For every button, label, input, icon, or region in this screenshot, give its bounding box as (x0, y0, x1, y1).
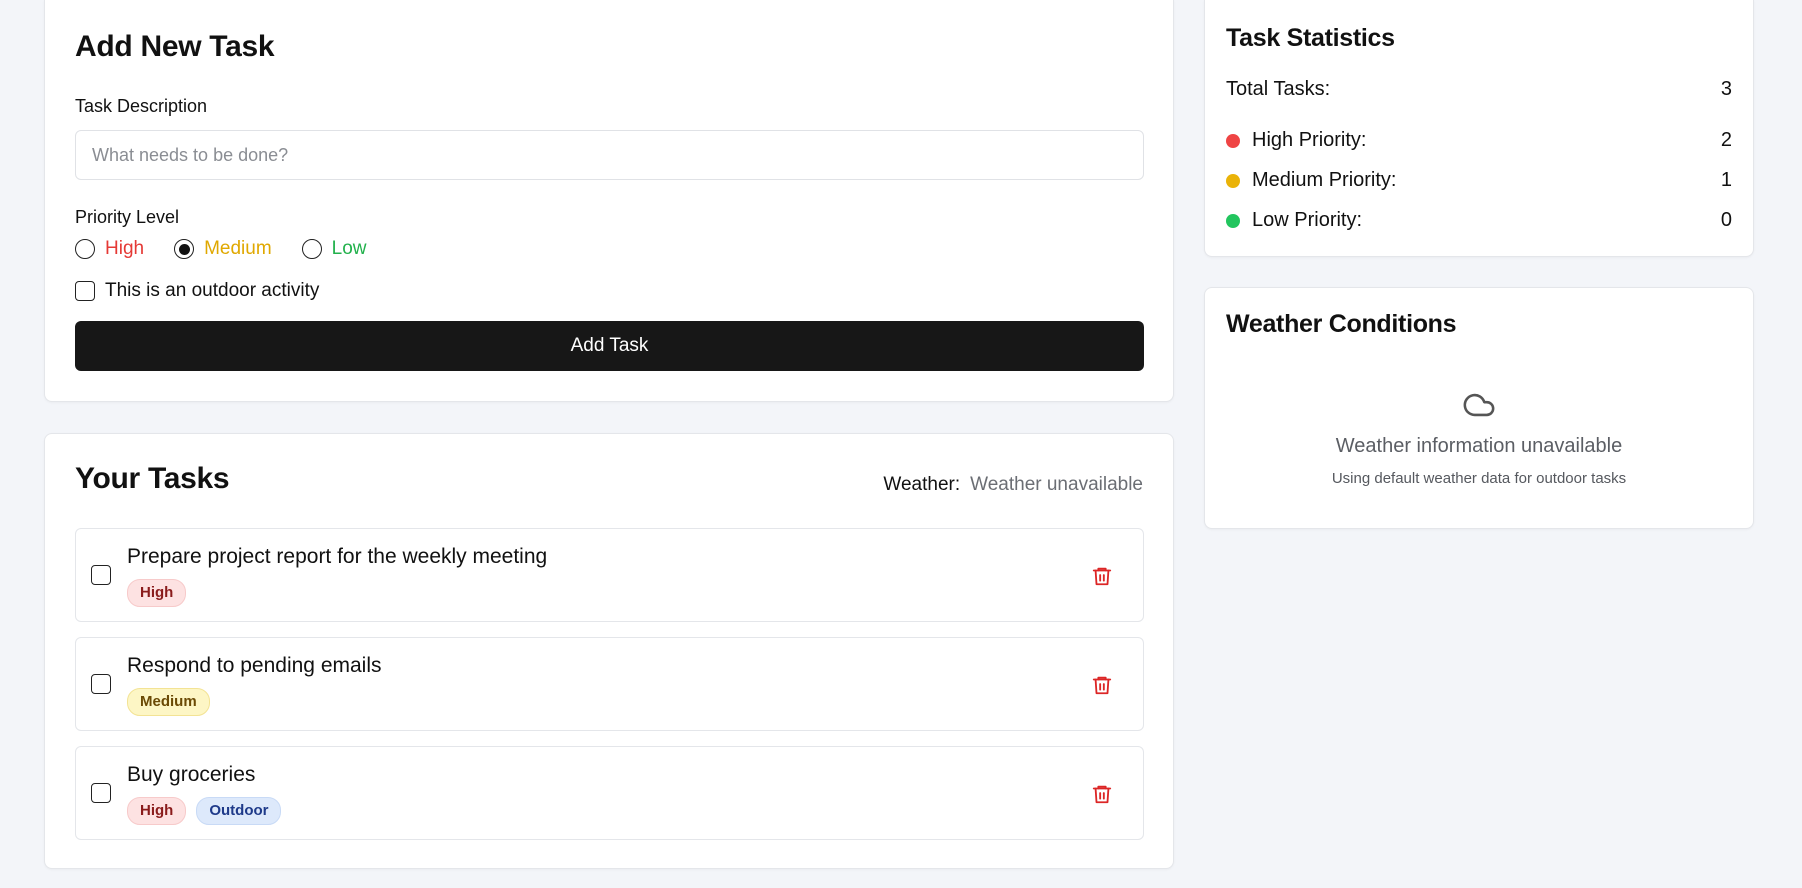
tasks-title: Your Tasks (75, 462, 230, 495)
statistics-title: Task Statistics (1226, 24, 1395, 52)
high-priority-dot (1226, 133, 1240, 148)
priority-option-high[interactable]: High (75, 238, 144, 260)
outdoor-activity-row[interactable]: This is an outdoor activity (75, 280, 319, 302)
priority-high-radio[interactable] (75, 239, 95, 259)
stat-high-value: 2 (1720, 129, 1732, 151)
tasks-card: Your Tasks Weather: Weather unavailable … (44, 433, 1174, 869)
stat-medium-row: Medium Priority: 1 (1226, 169, 1732, 192)
medium-priority-dot (1226, 173, 1240, 188)
task-badges: Medium (127, 688, 210, 716)
outdoor-badge: Outdoor (196, 797, 282, 825)
priority-option-low[interactable]: Low (301, 238, 367, 260)
weather-default-note: Using default weather data for outdoor t… (1331, 470, 1627, 487)
priority-badge: Medium (127, 688, 210, 716)
priority-radio-group: High Medium Low (75, 238, 367, 260)
priority-badge: High (127, 797, 187, 825)
stat-low-label: Low Priority: (1252, 209, 1363, 231)
task-title: Respond to pending emails (127, 654, 382, 677)
task-title: Buy groceries (127, 763, 256, 786)
priority-level-label: Priority Level (75, 207, 180, 227)
task-description-input[interactable] (75, 130, 1144, 180)
task-badges: High (127, 579, 187, 607)
low-priority-dot (1226, 213, 1240, 228)
trash-icon[interactable] (1091, 564, 1113, 588)
task-complete-checkbox[interactable] (91, 783, 111, 803)
stat-high-label: High Priority: (1252, 129, 1367, 151)
weather-unavailable-message: Weather information unavailable (1335, 435, 1623, 457)
stat-total-value: 3 (1720, 78, 1732, 100)
priority-high-label: High (105, 238, 145, 259)
task-badges: High Outdoor (127, 797, 282, 825)
stat-medium-label: Medium Priority: (1252, 169, 1397, 191)
task-description-label: Task Description (75, 96, 208, 116)
weather-title: Weather Conditions (1226, 310, 1457, 338)
weather-conditions-card: Weather Conditions Weather information u… (1204, 287, 1754, 529)
trash-icon[interactable] (1091, 673, 1113, 697)
stat-low-value: 0 (1720, 209, 1732, 231)
tasks-weather-status: Weather: Weather unavailable (883, 474, 1143, 496)
trash-icon[interactable] (1091, 782, 1113, 806)
priority-low-label: Low (331, 238, 367, 259)
add-task-card: Add New Task Task Description Priority L… (44, 0, 1174, 402)
task-complete-checkbox[interactable] (91, 565, 111, 585)
task-item: Buy groceries High Outdoor (75, 746, 1144, 840)
stat-low-row: Low Priority: 0 (1226, 209, 1732, 232)
stat-total-label: Total Tasks: (1226, 78, 1331, 100)
stat-medium-value: 1 (1720, 169, 1732, 191)
outdoor-activity-label: This is an outdoor activity (105, 280, 320, 301)
task-complete-checkbox[interactable] (91, 674, 111, 694)
weather-value: Weather unavailable (970, 474, 1143, 495)
outdoor-activity-checkbox[interactable] (75, 281, 95, 301)
priority-low-radio[interactable] (301, 239, 322, 259)
cloud-icon (1463, 393, 1495, 417)
priority-medium-label: Medium (204, 238, 272, 259)
stat-total-row: Total Tasks: 3 (1226, 78, 1732, 101)
priority-medium-radio[interactable] (174, 239, 195, 259)
add-task-title: Add New Task (75, 30, 275, 63)
task-item: Respond to pending emails Medium (75, 637, 1144, 731)
priority-option-medium[interactable]: Medium (174, 238, 272, 260)
stat-high-row: High Priority: 2 (1226, 129, 1732, 152)
task-statistics-card: Task Statistics Total Tasks: 3 High Prio… (1204, 0, 1754, 257)
task-title: Prepare project report for the weekly me… (127, 545, 548, 568)
weather-key-label: Weather: (883, 474, 961, 495)
priority-badge: High (127, 579, 187, 607)
task-item: Prepare project report for the weekly me… (75, 528, 1144, 622)
add-task-button[interactable]: Add Task (75, 321, 1144, 371)
